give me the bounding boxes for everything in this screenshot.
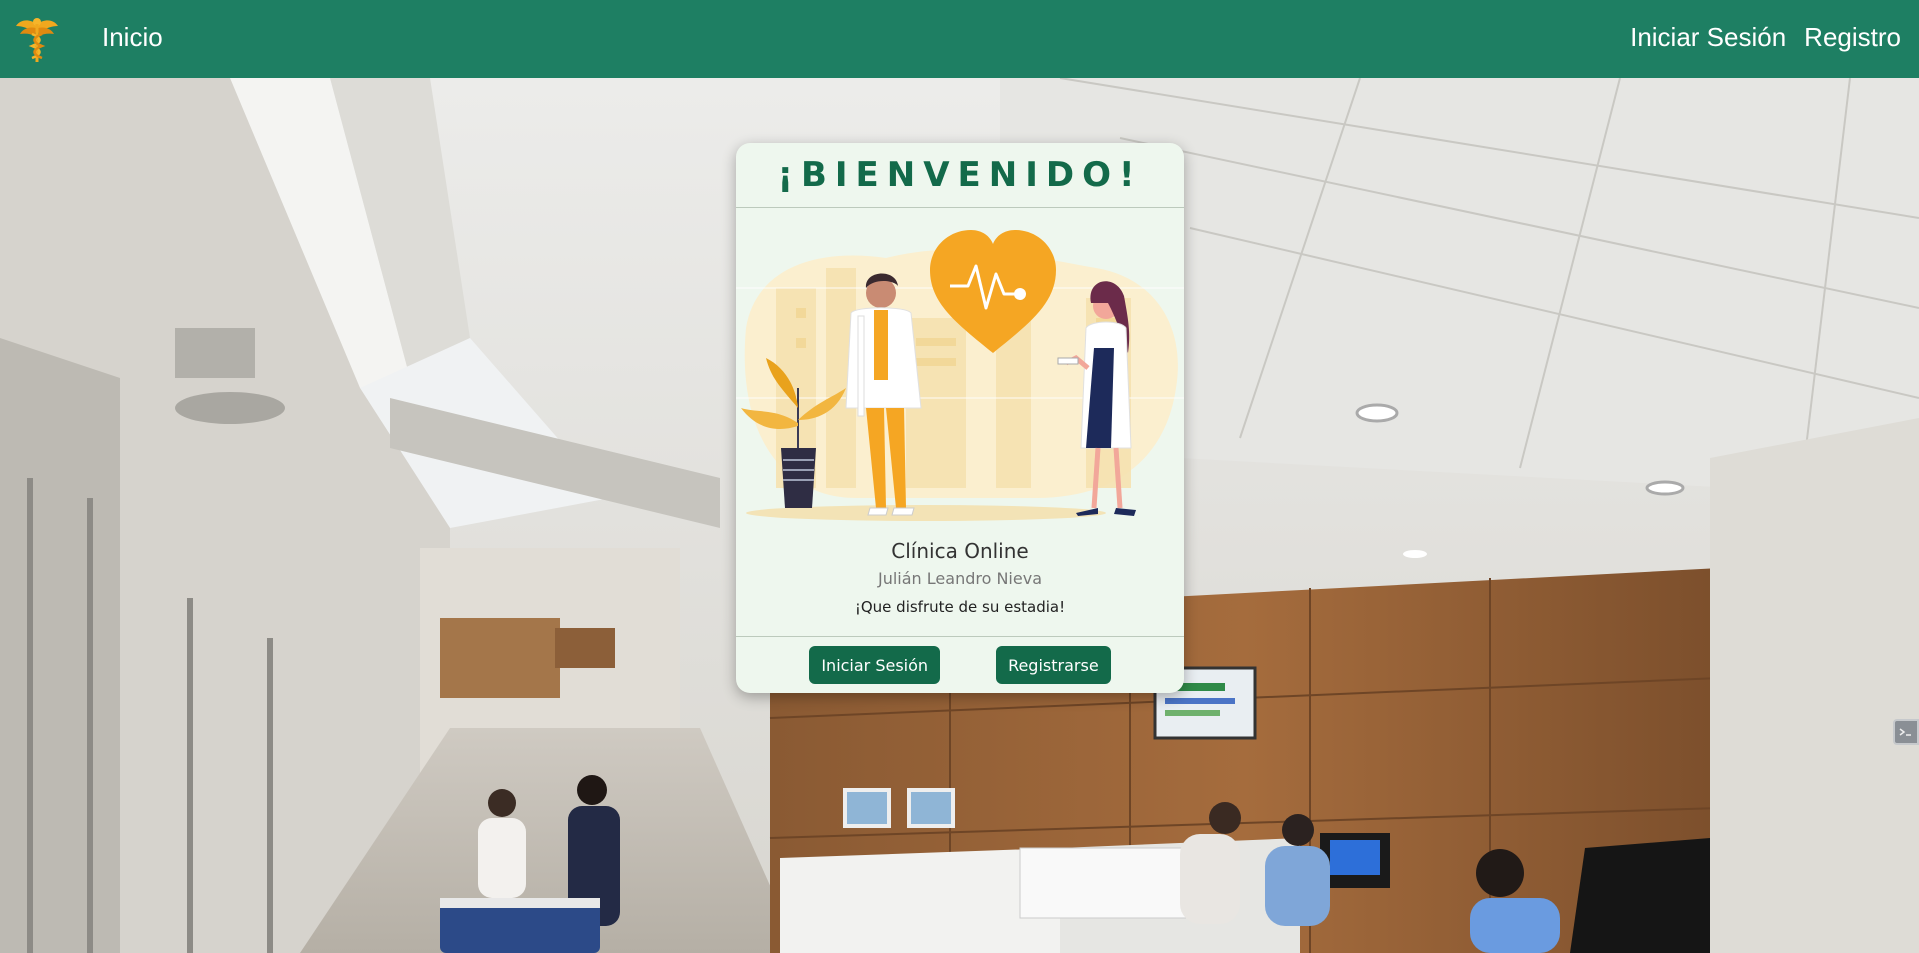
top-navbar: Inicio Iniciar Sesión Registro <box>0 0 1919 78</box>
welcome-title: ¡BIENVENIDO! <box>777 155 1143 195</box>
caduceus-icon[interactable] <box>14 14 60 64</box>
card-body: Clínica Online Julián Leandro Nieva ¡Que… <box>736 539 1184 616</box>
login-button[interactable]: Iniciar Sesión <box>809 646 941 684</box>
author-name: Julián Leandro Nieva <box>878 569 1042 588</box>
doctors-heart-illustration <box>736 230 1184 521</box>
nav-home-link[interactable]: Inicio <box>102 22 163 53</box>
register-button[interactable]: Registrarse <box>996 646 1111 684</box>
card-header: ¡BIENVENIDO! <box>736 143 1184 208</box>
welcome-card: ¡BIENVENIDO! Clínica Online Julián Leand… <box>736 143 1184 693</box>
nav-auth-links: Iniciar Sesión Registro <box>1630 22 1901 53</box>
welcome-message: ¡Que disfrute de su estadia! <box>854 598 1066 616</box>
terminal-icon[interactable] <box>1893 719 1919 745</box>
clinic-name: Clínica Online <box>891 539 1029 563</box>
nav-login-link[interactable]: Iniciar Sesión <box>1630 22 1786 53</box>
card-footer: Iniciar Sesión Registrarse <box>736 636 1184 693</box>
nav-register-link[interactable]: Registro <box>1804 22 1901 53</box>
